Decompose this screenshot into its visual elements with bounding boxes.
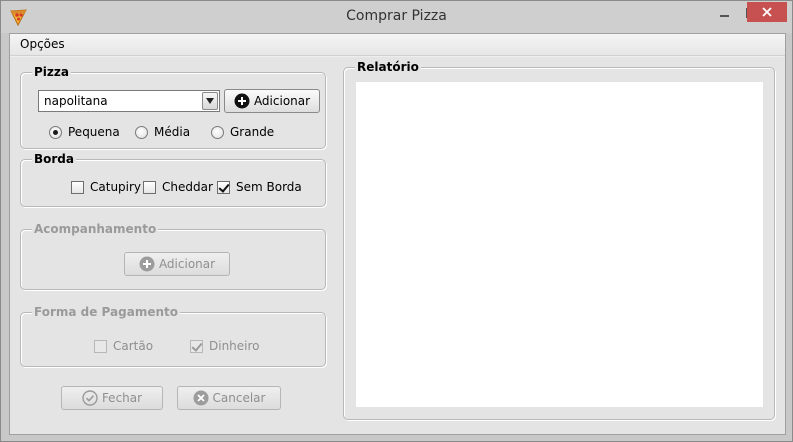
size-label-grande: Grande — [230, 125, 275, 139]
app-window: Comprar Pizza Opções Pizza napolitana Ad… — [0, 0, 793, 442]
menu-opcoes[interactable]: Opções — [19, 37, 66, 51]
radio-media[interactable] — [135, 125, 148, 139]
pizza-group: Pizza napolitana Adicionar Pequena Média… — [20, 65, 326, 149]
borda-group-title: Borda — [32, 152, 76, 166]
cancelar-button[interactable]: Cancelar — [177, 386, 281, 410]
pagamento-option-dinheiro[interactable]: Dinheiro — [190, 339, 260, 353]
radio-grande[interactable] — [211, 125, 224, 139]
acompanhamento-group: Acompanhamento Adicionar — [20, 222, 326, 290]
acompanhamento-group-title: Acompanhamento — [32, 222, 159, 236]
add-pizza-label: Adicionar — [253, 94, 311, 108]
borda-option-sem-borda[interactable]: Sem Borda — [217, 180, 302, 194]
plus-circle-icon — [139, 256, 155, 272]
checkbox-catupiry[interactable] — [71, 180, 84, 194]
chevron-down-icon[interactable] — [202, 92, 218, 110]
size-option-pequena[interactable]: Pequena — [49, 125, 120, 139]
fechar-button[interactable]: Fechar — [61, 386, 163, 410]
pizza-group-title: Pizza — [32, 65, 71, 79]
checkbox-cheddar[interactable] — [143, 180, 156, 194]
borda-option-cheddar[interactable]: Cheddar — [143, 180, 213, 194]
checkbox-sem-borda[interactable] — [217, 180, 230, 194]
report-text-area[interactable] — [356, 82, 763, 407]
relatorio-group-title: Relatório — [355, 60, 421, 74]
pagamento-label-dinheiro: Dinheiro — [209, 339, 260, 353]
minimize-icon[interactable] — [711, 3, 737, 23]
size-label-pequena: Pequena — [68, 125, 120, 139]
check-circle-icon — [82, 390, 98, 406]
pizza-flavor-value: napolitana — [44, 94, 108, 108]
pagamento-option-cartao[interactable]: Cartão — [94, 339, 153, 353]
cancel-circle-icon — [193, 390, 209, 406]
borda-option-catupiry[interactable]: Catupiry — [71, 180, 141, 194]
borda-label-sem-borda: Sem Borda — [236, 180, 302, 194]
add-pizza-button[interactable]: Adicionar — [224, 89, 320, 113]
cancelar-label: Cancelar — [212, 391, 266, 405]
size-option-grande[interactable]: Grande — [211, 125, 274, 139]
main-panel: Pizza napolitana Adicionar Pequena Média… — [10, 57, 785, 434]
pagamento-group: Forma de Pagamento Cartão Dinheiro — [20, 305, 326, 367]
close-icon[interactable] — [747, 2, 787, 22]
window-title: Comprar Pizza — [346, 8, 447, 24]
client-area: Opções Pizza napolitana Adicionar Pequen… — [9, 33, 786, 435]
pagamento-group-title: Forma de Pagamento — [32, 305, 180, 319]
radio-pequena[interactable] — [49, 125, 62, 139]
add-acompanhamento-label: Adicionar — [158, 257, 216, 271]
add-acompanhamento-button[interactable]: Adicionar — [124, 252, 230, 276]
plus-circle-icon — [234, 93, 250, 109]
checkbox-dinheiro[interactable] — [190, 339, 203, 353]
fechar-label: Fechar — [101, 391, 143, 405]
checkbox-cartao[interactable] — [94, 339, 107, 353]
pizza-flavor-combo[interactable]: napolitana — [38, 90, 220, 112]
title-bar[interactable]: Comprar Pizza — [1, 1, 792, 33]
relatorio-group: Relatório — [343, 60, 775, 420]
pagamento-label-cartao: Cartão — [113, 339, 154, 353]
borda-label-cheddar: Cheddar — [162, 180, 213, 194]
borda-label-catupiry: Catupiry — [90, 180, 142, 194]
menu-bar: Opções — [10, 34, 785, 56]
borda-group: Borda Catupiry Cheddar Sem Borda — [20, 152, 326, 207]
size-label-media: Média — [154, 125, 191, 139]
size-option-media[interactable]: Média — [135, 125, 190, 139]
